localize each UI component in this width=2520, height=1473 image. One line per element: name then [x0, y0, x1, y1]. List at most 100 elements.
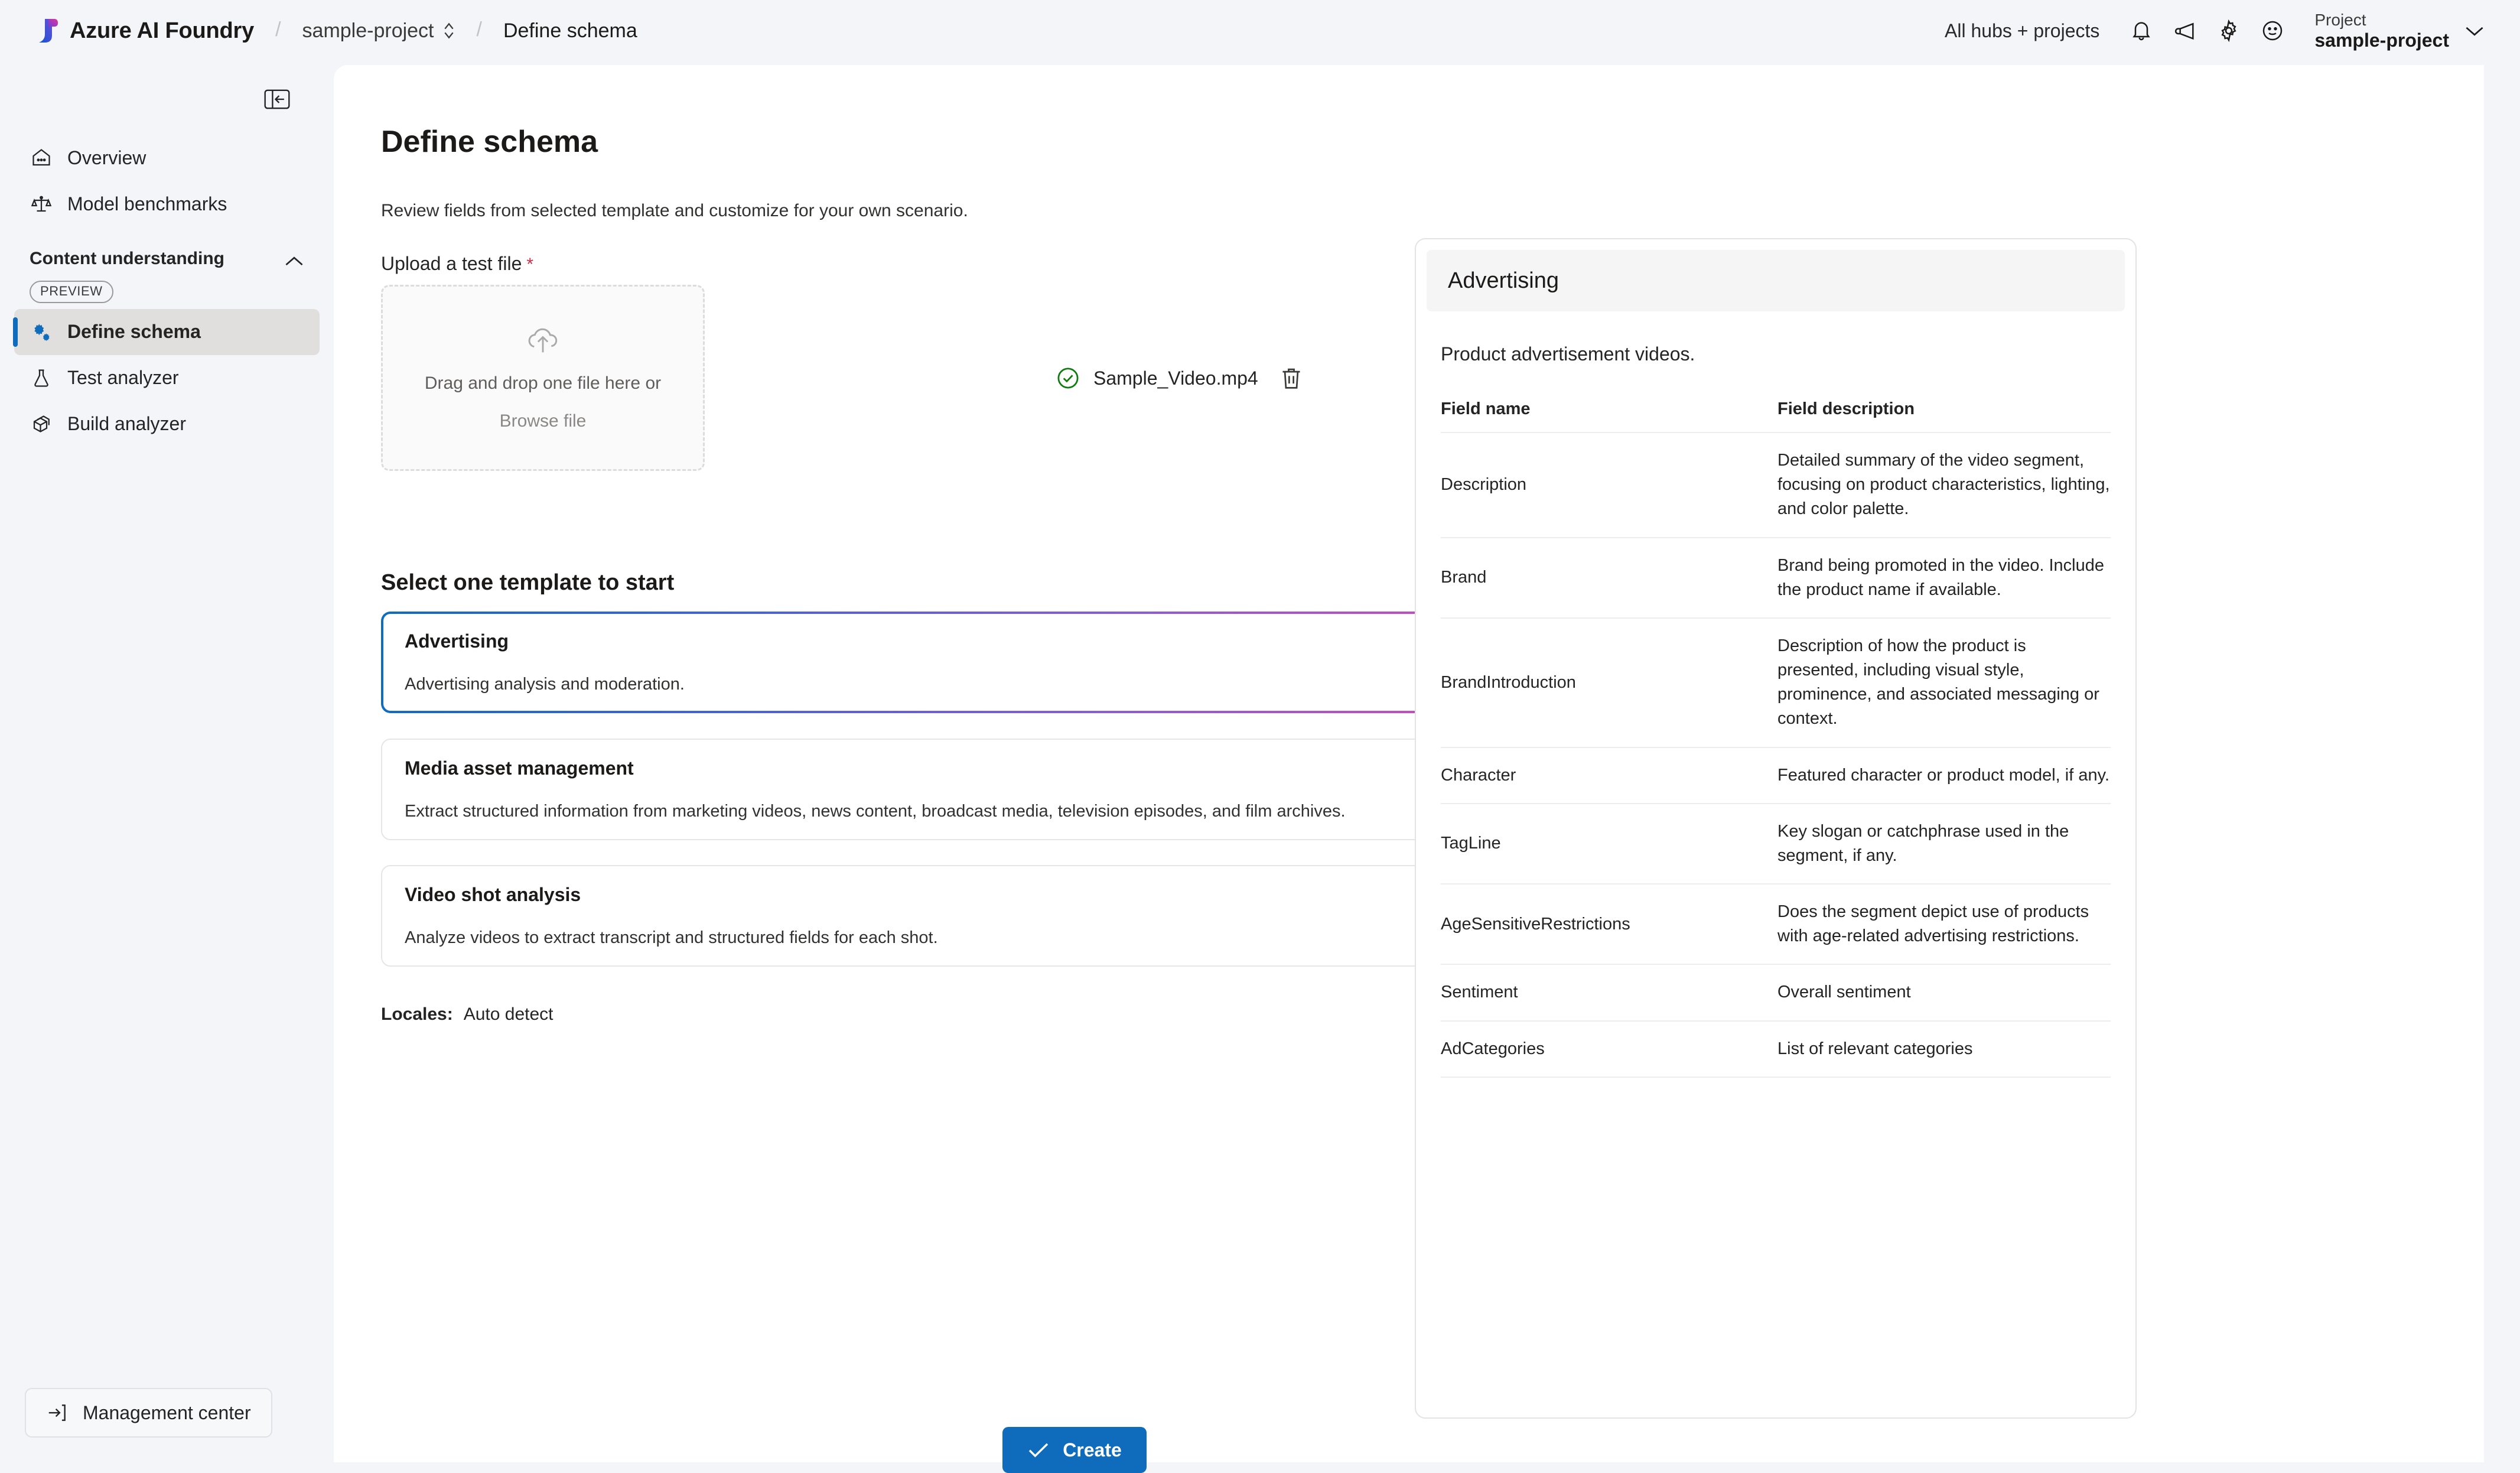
table-row: Sentiment Overall sentiment [1441, 964, 2111, 1020]
scales-icon [30, 192, 53, 216]
management-center-button[interactable]: Management center [25, 1388, 272, 1438]
top-bar-actions: All hubs + projects Project sample-proje… [1945, 9, 2520, 53]
breadcrumb-separator-1: / [275, 18, 281, 41]
trash-icon[interactable] [1279, 365, 1303, 391]
locales-label: Locales: [381, 1004, 453, 1024]
sidebar-item-label: Define schema [67, 321, 201, 343]
gear-icon-glyph [2221, 19, 2236, 43]
home-icon [30, 146, 53, 170]
dropzone-instruction: Drag and drop one file here or [424, 373, 662, 393]
field-description-cell: Overall sentiment [1777, 983, 1911, 1002]
create-button[interactable]: Create [1002, 1427, 1147, 1473]
field-description-cell: Description of how the product is presen… [1777, 636, 2099, 729]
checkmark-icon [1028, 1443, 1049, 1458]
sidebar-nav: Overview Model benchmarks Content unders… [0, 115, 334, 447]
table-row: Description Detailed summary of the vide… [1441, 432, 2111, 537]
collapse-sidebar-button[interactable] [259, 84, 295, 115]
sidebar-item-model-benchmarks[interactable]: Model benchmarks [14, 181, 320, 227]
sidebar-item-overview[interactable]: Overview [14, 135, 320, 181]
project-switcher-value: sample-project [2314, 29, 2449, 51]
brand-link[interactable]: Azure AI Foundry [37, 18, 254, 44]
field-description-cell: Key slogan or catchphrase used in the se… [1777, 821, 2069, 865]
chevron-up-icon[interactable] [284, 255, 304, 268]
table-row: TagLine Key slogan or catchphrase used i… [1441, 802, 2111, 883]
field-description-cell: Detailed summary of the video segment, f… [1777, 451, 2110, 519]
table-row: Character Featured character or product … [1441, 746, 2111, 803]
breadcrumb-current-page: Define schema [503, 19, 637, 42]
sidebar-group-title: Content understanding [30, 249, 224, 268]
field-name-cell: TagLine [1441, 834, 1501, 853]
field-name-cell: Description [1441, 475, 1527, 495]
field-description-cell: List of relevant categories [1777, 1039, 1973, 1058]
sidebar-item-test-analyzer[interactable]: Test analyzer [14, 355, 320, 401]
chevron-up-down-icon [444, 22, 454, 39]
template-section-heading: Select one template to start [381, 570, 675, 595]
locales-value: Auto detect [463, 1004, 554, 1024]
uploaded-file-name: Sample_Video.mp4 [1093, 367, 1258, 389]
field-name-cell: Character [1441, 765, 1516, 785]
breadcrumb-project-selector[interactable]: sample-project [302, 19, 455, 43]
flask-icon [30, 366, 53, 390]
azure-ai-foundry-logo [39, 19, 58, 43]
table-row: Brand Brand being promoted in the video.… [1441, 536, 2111, 617]
upload-test-file-label: Upload a test file * [381, 253, 533, 275]
megaphone-icon-glyph [2175, 22, 2194, 40]
main-content-panel: Define schema Review fields from selecte… [334, 65, 2484, 1473]
project-switcher-label: Project [2314, 10, 2366, 29]
field-name-cell: AgeSensitiveRestrictions [1441, 914, 1630, 934]
uploaded-file-row: Sample_Video.mp4 [1056, 365, 1303, 391]
chevron-down-icon [2466, 27, 2483, 36]
project-switcher[interactable]: Project sample-project [2314, 10, 2485, 52]
preview-panel-title: Advertising [1448, 268, 1559, 293]
locales-row: Locales: Auto detect [381, 1004, 554, 1025]
preview-panel-description: Product advertisement videos. [1441, 343, 1695, 365]
sidebar-item-label: Overview [67, 147, 146, 168]
column-header-field-name: Field name [1441, 399, 1531, 418]
collapse-panel-icon [264, 89, 290, 109]
breadcrumb-separator-2: / [476, 18, 482, 41]
top-bar: Azure AI Foundry / sample-project / Defi… [0, 0, 2520, 61]
page-subtitle: Review fields from selected template and… [381, 201, 968, 220]
file-dropzone[interactable]: Drag and drop one file here or Browse fi… [381, 285, 705, 471]
fields-table-header: Field name Field description [1441, 399, 2111, 432]
feedback-smiley-icon-glyph [2263, 21, 2283, 41]
sidebar-item-label: Model benchmarks [67, 193, 227, 214]
megaphone-icon[interactable] [2163, 9, 2207, 53]
sidebar-item-label: Test analyzer [67, 367, 179, 389]
browse-file-link[interactable]: Browse file [500, 411, 587, 431]
field-name-cell: Brand [1441, 568, 1487, 587]
create-button-label: Create [1063, 1439, 1122, 1461]
upload-label-text: Upload a test file [381, 253, 522, 274]
preview-badge: PREVIEW [30, 280, 113, 303]
template-preview-panel: Advertising Product advertisement videos… [1415, 238, 2137, 1419]
page-title: Define schema [381, 125, 598, 159]
all-hubs-projects-link[interactable]: All hubs + projects [1945, 20, 2099, 42]
table-row: AgeSensitiveRestrictions Does the segmen… [1441, 883, 2111, 964]
breadcrumb-project-label: sample-project [302, 19, 434, 42]
feedback-smiley-icon[interactable] [2251, 9, 2294, 53]
gear-icon[interactable] [2207, 9, 2251, 53]
sidebar-item-define-schema[interactable]: Define schema [13, 308, 320, 355]
brand-name: Azure AI Foundry [70, 18, 255, 43]
breadcrumb: Azure AI Foundry / sample-project / Defi… [0, 18, 637, 44]
field-description-cell: Does the segment depict use of products … [1777, 902, 2089, 946]
schema-gears-icon [30, 320, 53, 344]
field-name-cell: Sentiment [1441, 983, 1518, 1002]
cube-icon [30, 412, 53, 436]
sidebar-item-label: Build analyzer [67, 413, 186, 435]
preview-panel-header: Advertising [1427, 250, 2125, 311]
field-description-cell: Brand being promoted in the video. Inclu… [1777, 555, 2104, 599]
bell-icon-glyph [2132, 22, 2151, 41]
cloud-upload-icon [528, 328, 558, 352]
sidebar: Overview Model benchmarks Content unders… [0, 61, 334, 1462]
sidebar-item-build-analyzer[interactable]: Build analyzer [14, 401, 320, 447]
sidebar-group-content-understanding[interactable]: Content understanding [14, 227, 320, 275]
field-name-cell: AdCategories [1441, 1039, 1545, 1058]
column-header-field-description: Field description [1777, 399, 1915, 418]
required-asterisk: * [526, 255, 534, 274]
checkmark-circle-icon [1057, 368, 1079, 389]
fields-table: Field name Field description Description… [1416, 399, 2135, 1078]
bell-icon[interactable] [2119, 9, 2163, 53]
management-center-label: Management center [83, 1402, 251, 1423]
table-row: AdCategories List of relevant categories [1441, 1020, 2111, 1078]
